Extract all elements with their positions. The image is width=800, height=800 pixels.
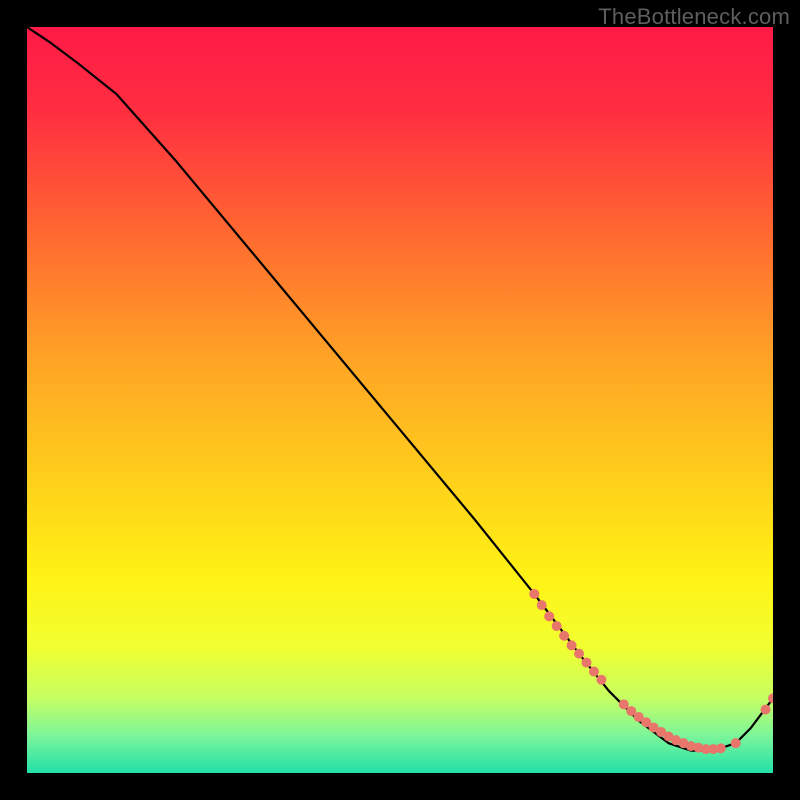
watermark-text: TheBottleneck.com xyxy=(598,4,790,30)
gpu-marker xyxy=(761,705,771,715)
chart-frame: TheBottleneck.com xyxy=(0,0,800,800)
gpu-marker xyxy=(537,600,547,610)
gpu-marker xyxy=(582,658,592,668)
plot-area xyxy=(27,27,773,773)
gpu-marker xyxy=(716,743,726,753)
gpu-marker xyxy=(559,631,569,641)
gpu-marker xyxy=(552,621,562,631)
gpu-marker xyxy=(589,667,599,677)
gpu-marker xyxy=(529,589,539,599)
gpu-marker xyxy=(619,699,629,709)
plot-svg xyxy=(27,27,773,773)
gpu-marker xyxy=(574,649,584,659)
gpu-marker xyxy=(731,738,741,748)
gpu-marker xyxy=(544,611,554,621)
gpu-marker xyxy=(596,675,606,685)
gradient-background xyxy=(27,27,773,773)
gpu-marker xyxy=(567,640,577,650)
